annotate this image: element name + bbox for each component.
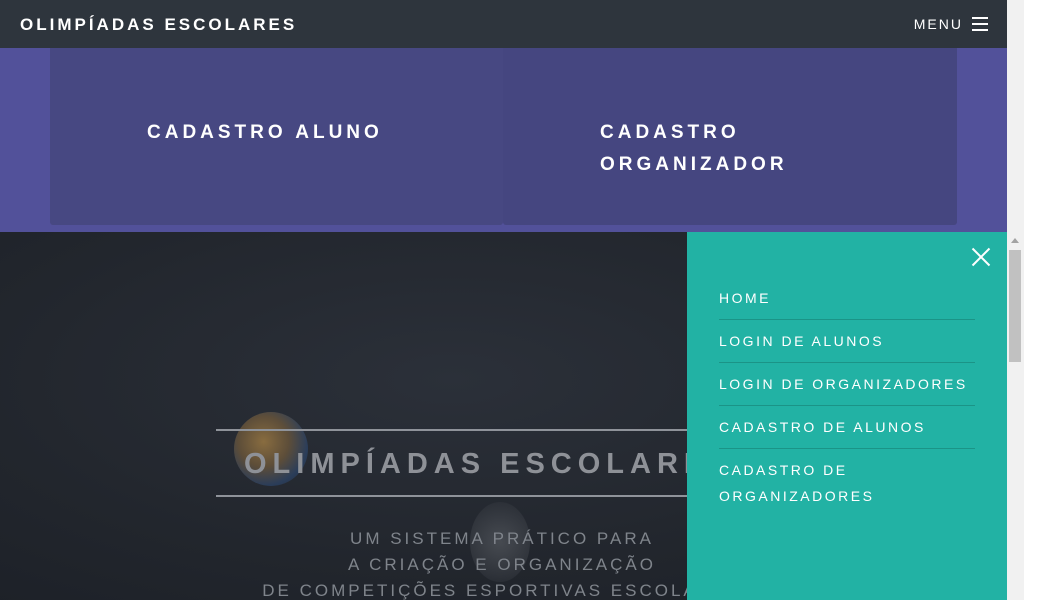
close-icon[interactable] <box>971 247 991 267</box>
vertical-scrollbar[interactable] <box>1007 0 1024 600</box>
register-student-card[interactable]: CADASTRO ALUNO <box>50 48 503 225</box>
menu-item-login-organizers: LOGIN DE ORGANIZADORES <box>719 363 975 406</box>
menu-link-home[interactable]: HOME <box>719 277 975 319</box>
top-navbar: OLIMPÍADAS ESCOLARES MENU <box>0 0 1007 48</box>
side-menu-list: HOME LOGIN DE ALUNOS LOGIN DE ORGANIZADO… <box>719 277 975 517</box>
menu-link-register-students[interactable]: CADASTRO DE ALUNOS <box>719 406 975 448</box>
menu-link-register-organizers[interactable]: CADASTRO DE ORGANIZADORES <box>719 449 899 517</box>
menu-item-register-students: CADASTRO DE ALUNOS <box>719 406 975 449</box>
menu-link-login-students[interactable]: LOGIN DE ALUNOS <box>719 320 975 362</box>
menu-button[interactable]: MENU <box>914 16 988 32</box>
menu-item-home: HOME <box>719 277 975 320</box>
scroll-up-arrow-icon[interactable] <box>1011 238 1019 243</box>
menu-item-register-organizers: CADASTRO DE ORGANIZADORES <box>719 449 975 517</box>
menu-link-login-organizers[interactable]: LOGIN DE ORGANIZADORES <box>719 363 975 405</box>
brand-logo[interactable]: OLIMPÍADAS ESCOLARES <box>20 15 297 35</box>
registration-section: CADASTRO ALUNO CADASTRO ORGANIZADOR <box>0 48 1007 232</box>
register-organizer-title: CADASTRO ORGANIZADOR <box>600 122 788 175</box>
menu-item-login-students: LOGIN DE ALUNOS <box>719 320 975 363</box>
side-menu: HOME LOGIN DE ALUNOS LOGIN DE ORGANIZADO… <box>687 232 1007 600</box>
menu-label: MENU <box>913 16 963 32</box>
register-organizer-card[interactable]: CADASTRO ORGANIZADOR <box>503 48 957 225</box>
hamburger-icon <box>972 17 988 31</box>
hero-title: OLIMPÍADAS ESCOLARES <box>244 448 735 480</box>
page: OLIMPÍADAS ESCOLARES MENU CADASTRO ALUNO… <box>0 0 1007 600</box>
hero-divider-top <box>216 429 736 431</box>
register-student-title: CADASTRO ALUNO <box>147 122 383 143</box>
scrollbar-thumb[interactable] <box>1009 250 1021 362</box>
hero-divider-bottom <box>216 495 736 497</box>
